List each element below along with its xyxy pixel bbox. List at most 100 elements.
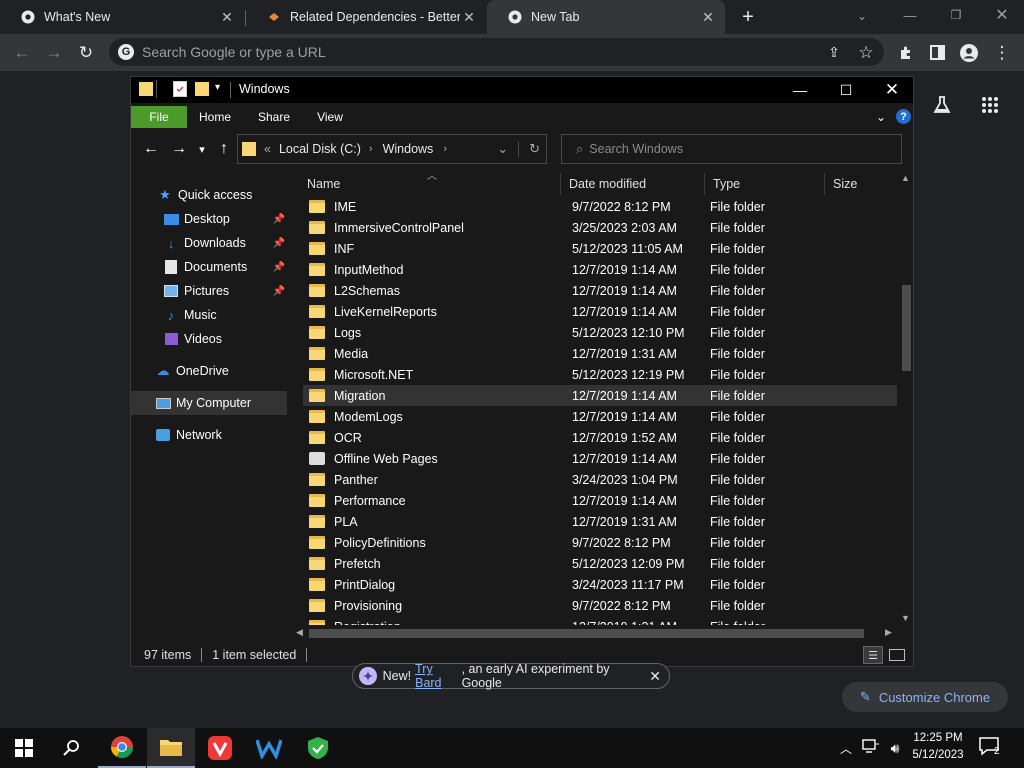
scroll-down-icon[interactable]: ▼	[901, 613, 910, 623]
search-icon[interactable]	[48, 728, 96, 768]
vertical-scrollbar[interactable]: ▲ ▼	[899, 173, 913, 625]
google-apps-grid-icon[interactable]	[976, 91, 1004, 119]
table-row[interactable]: Logs 5/12/2023 12:10 PM File folder	[303, 322, 897, 343]
close-banner-icon[interactable]: ✕	[649, 668, 661, 685]
omnibox[interactable]: G	[109, 38, 884, 66]
profile-avatar-icon[interactable]	[955, 34, 983, 71]
nav-downloads[interactable]: ↓ Downloads 📌	[131, 231, 287, 255]
search-box[interactable]: ⌕	[561, 134, 902, 164]
table-row[interactable]: Migration 12/7/2019 1:14 AM File folder	[303, 385, 897, 406]
column-type[interactable]: Type	[705, 173, 825, 195]
network-status-icon[interactable]	[862, 738, 882, 758]
file-explorer-taskbar-icon[interactable]	[147, 728, 195, 768]
table-row[interactable]: InputMethod 12/7/2019 1:14 AM File folder	[303, 259, 897, 280]
scroll-right-icon[interactable]: ▶	[885, 627, 892, 638]
tab-whats-new[interactable]: What's New ✕	[0, 0, 244, 34]
back-arrow-icon[interactable]: ←	[139, 136, 163, 162]
recent-locations-chevron-icon[interactable]: ▾	[194, 136, 210, 162]
customize-chrome-button[interactable]: ✎ Customize Chrome	[842, 682, 1008, 712]
tab-new-tab[interactable]: New Tab ✕	[487, 0, 725, 34]
properties-icon[interactable]	[173, 81, 187, 97]
ribbon-tab-share[interactable]: Share	[253, 106, 295, 128]
horizontal-scroll-thumb[interactable]	[309, 629, 864, 638]
ribbon-tab-view[interactable]: View	[309, 106, 351, 128]
reload-icon[interactable]: ↻	[72, 34, 100, 71]
search-input[interactable]	[589, 142, 880, 156]
expand-ribbon-chevron-icon[interactable]: ⌄	[873, 108, 889, 126]
address-dropdown-chevron-icon[interactable]: ⌄	[497, 141, 508, 157]
nav-videos[interactable]: Videos	[131, 327, 287, 351]
scroll-left-icon[interactable]: ◀	[296, 627, 303, 638]
customize-toolbar-chevron-icon[interactable]: ▾	[215, 82, 225, 96]
table-row[interactable]: PLA 12/7/2019 1:31 AM File folder	[303, 511, 897, 532]
vivaldi-taskbar-icon[interactable]	[196, 728, 244, 768]
column-name[interactable]: Name	[299, 173, 561, 195]
nav-pictures[interactable]: Pictures 📌	[131, 279, 287, 303]
bookmark-star-icon[interactable]: ☆	[852, 34, 880, 71]
new-folder-icon[interactable]	[195, 82, 209, 96]
nav-my-computer[interactable]: My Computer	[131, 391, 287, 415]
share-icon[interactable]: ⇪	[820, 34, 848, 71]
extensions-puzzle-icon[interactable]	[892, 34, 920, 71]
nav-documents[interactable]: Documents 📌	[131, 255, 287, 279]
nav-onedrive[interactable]: ☁ OneDrive	[131, 359, 287, 383]
forward-arrow-icon[interactable]: →	[40, 34, 68, 71]
up-arrow-icon[interactable]: ↑	[213, 136, 235, 162]
details-view-icon[interactable]: ☰	[863, 646, 883, 664]
table-row[interactable]: INF 5/12/2023 11:05 AM File folder	[303, 238, 897, 259]
new-tab-plus-icon[interactable]: +	[736, 6, 760, 28]
table-row[interactable]: ModemLogs 12/7/2019 1:14 AM File folder	[303, 406, 897, 427]
column-date-modified[interactable]: Date modified	[561, 173, 705, 195]
tab-related-dependencies[interactable]: Related Dependencies - Better M ✕	[246, 0, 486, 34]
app-w-taskbar-icon[interactable]	[245, 728, 293, 768]
address-bar[interactable]: « Local Disk (C:) › Windows › ⌄ ↻	[237, 134, 547, 164]
breadcrumb-separator-icon[interactable]: ›	[443, 143, 447, 155]
vertical-scroll-thumb[interactable]	[902, 285, 911, 371]
close-tab-icon[interactable]: ✕	[699, 8, 717, 26]
taskbar-clock[interactable]: 12:25 PM 5/12/2023	[906, 730, 970, 764]
notification-center-icon[interactable]: 2	[978, 736, 1008, 760]
table-row[interactable]: OCR 12/7/2019 1:52 AM File folder	[303, 427, 897, 448]
omnibox-input[interactable]	[142, 44, 782, 60]
windows-start-icon[interactable]	[0, 728, 48, 768]
table-row[interactable]: Microsoft.NET 5/12/2023 12:19 PM File fold…	[303, 364, 897, 385]
table-row[interactable]: Performance 12/7/2019 1:14 AM File folder	[303, 490, 897, 511]
nav-quick-access[interactable]: ★ Quick access	[131, 183, 287, 207]
tab-search-chevron-icon[interactable]: ⌄	[850, 6, 874, 26]
explorer-maximize-icon[interactable]: ☐	[823, 77, 869, 103]
ribbon-tab-file[interactable]: File	[131, 106, 187, 128]
nav-music[interactable]: ♪ Music	[131, 303, 287, 327]
close-window-icon[interactable]: ✕	[988, 4, 1016, 26]
table-row[interactable]: IME 9/7/2022 8:12 PM File folder	[303, 196, 897, 217]
table-row[interactable]: Panther 3/24/2023 1:04 PM File folder	[303, 469, 897, 490]
chrome-menu-icon[interactable]: ⋮	[988, 34, 1016, 71]
column-size[interactable]: Size	[825, 173, 899, 195]
table-row[interactable]: L2Schemas 12/7/2019 1:14 AM File folder	[303, 280, 897, 301]
table-row[interactable]: PrintDialog 3/24/2023 11:17 PM File folder	[303, 574, 897, 595]
close-tab-icon[interactable]: ✕	[460, 8, 478, 26]
refresh-icon[interactable]: ↻	[518, 141, 540, 157]
explorer-minimize-icon[interactable]: —	[777, 77, 823, 103]
show-hidden-icons-chevron-icon[interactable]: ︿	[838, 738, 854, 758]
restore-icon[interactable]: ❐	[942, 4, 970, 26]
labs-flask-icon[interactable]	[928, 91, 956, 119]
close-tab-icon[interactable]: ✕	[218, 8, 236, 26]
table-row[interactable]: Media 12/7/2019 1:31 AM File folder	[303, 343, 897, 364]
side-panel-icon[interactable]	[923, 34, 951, 71]
table-row[interactable]: LiveKernelReports 12/7/2019 1:14 AM File f…	[303, 301, 897, 322]
nav-network[interactable]: Network	[131, 423, 287, 447]
table-row[interactable]: Prefetch 5/12/2023 12:09 PM File folder	[303, 553, 897, 574]
breadcrumb-windows[interactable]: Windows	[383, 142, 434, 156]
back-arrow-icon[interactable]: ←	[8, 34, 36, 71]
table-row[interactable]: Offline Web Pages 12/7/2019 1:14 AM File f…	[303, 448, 897, 469]
horizontal-scrollbar[interactable]: ◀ ▶	[293, 625, 899, 641]
chrome-taskbar-icon[interactable]	[98, 728, 146, 768]
volume-icon[interactable]: 🔊︎	[886, 738, 904, 758]
pin-icon[interactable]: 📌	[273, 286, 285, 297]
nav-desktop[interactable]: Desktop 📌	[131, 207, 287, 231]
help-icon[interactable]: ?	[896, 109, 911, 124]
large-icons-view-icon[interactable]	[889, 649, 905, 661]
ribbon-tab-home[interactable]: Home	[193, 106, 237, 128]
table-row[interactable]: Provisioning 9/7/2022 8:12 PM File folder	[303, 595, 897, 616]
breadcrumb-separator-icon[interactable]: ›	[369, 143, 373, 155]
